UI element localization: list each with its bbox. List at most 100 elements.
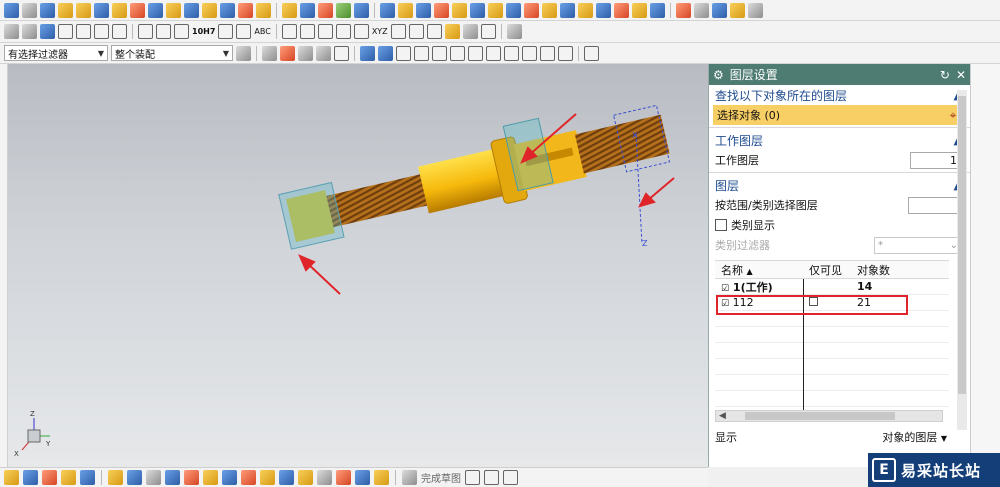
pmi-icon[interactable] — [40, 24, 55, 39]
section-icon[interactable] — [712, 2, 727, 18]
image-icon[interactable] — [462, 24, 478, 39]
balloon-icon[interactable] — [281, 24, 297, 39]
sketch-line-icon[interactable] — [465, 470, 480, 485]
select-object-field[interactable]: 选择对象 (0) ⌖ — [713, 105, 966, 125]
pencil-icon[interactable] — [444, 24, 460, 39]
sketch-rectangle-icon[interactable] — [203, 470, 218, 485]
snap-arc-icon[interactable] — [432, 45, 447, 61]
snap-quadrant-icon[interactable] — [504, 45, 519, 61]
datum-axis-icon[interactable] — [42, 470, 57, 485]
sketch-arc-icon[interactable] — [484, 470, 499, 485]
sketch-icon[interactable] — [4, 470, 19, 485]
datum-plane-icon[interactable] — [23, 470, 38, 485]
corner-icon[interactable] — [374, 470, 389, 485]
work-section-header[interactable]: 工作图层 ▲ — [709, 130, 970, 150]
wrap-icon[interactable] — [506, 2, 521, 18]
offset-icon[interactable] — [452, 2, 467, 18]
datum-target-icon[interactable] — [174, 24, 189, 39]
snap-endpoint-icon[interactable] — [396, 45, 411, 61]
snap-settings-icon[interactable] — [236, 45, 251, 61]
trim-curve-icon[interactable] — [336, 470, 351, 485]
loft-icon[interactable] — [632, 2, 647, 18]
panel-vertical-scrollbar[interactable] — [957, 90, 967, 430]
model-view[interactable]: X Z X Y Z — [8, 64, 708, 467]
sew-icon[interactable] — [434, 2, 449, 18]
profile-icon[interactable] — [108, 470, 123, 485]
find-section-header[interactable]: 查找以下对象所在的图层 ▲ — [709, 85, 970, 105]
border-icon[interactable] — [76, 24, 91, 39]
category-filter-select[interactable]: * ⌄ — [874, 236, 962, 254]
frame-icon[interactable] — [58, 24, 73, 39]
snap-center-icon[interactable] — [486, 45, 501, 61]
hole-icon[interactable] — [112, 2, 127, 18]
subtract-icon[interactable] — [398, 2, 413, 18]
more-icon[interactable] — [748, 2, 763, 18]
revolve-icon[interactable] — [94, 2, 109, 18]
polygon-icon[interactable] — [222, 470, 237, 485]
select-body-icon[interactable] — [360, 45, 375, 61]
select-face-icon[interactable] — [316, 45, 331, 61]
close-icon[interactable]: ✕ — [956, 68, 966, 82]
category-display-checkbox[interactable] — [715, 219, 727, 231]
fit-label-icon[interactable]: 10H7 — [192, 27, 215, 36]
sketch-circle-icon[interactable] — [503, 470, 518, 485]
sheet-icon[interactable] — [22, 2, 37, 18]
sweep-icon[interactable] — [614, 2, 629, 18]
dimension-constraint-icon[interactable] — [317, 470, 332, 485]
shell-icon[interactable] — [282, 2, 297, 18]
coordinate-note-icon[interactable]: XYZ — [372, 27, 388, 36]
fillet-icon[interactable] — [184, 470, 199, 485]
box-icon[interactable] — [4, 2, 19, 18]
mirror-icon[interactable] — [336, 2, 351, 18]
graphics-viewport[interactable]: X Z X Y Z — [8, 64, 708, 467]
snap-line-icon[interactable] — [414, 45, 429, 61]
datum-icon[interactable] — [156, 24, 171, 39]
filter-select[interactable]: 有选择过滤器 ▼ — [4, 45, 108, 61]
circle-icon[interactable] — [165, 470, 180, 485]
groove-icon[interactable] — [184, 2, 199, 18]
hatch-pattern-icon[interactable] — [506, 24, 522, 39]
sphere-icon[interactable] — [58, 2, 73, 18]
analysis-icon[interactable] — [676, 2, 691, 18]
constraint-icon[interactable] — [298, 470, 313, 485]
finish-sketch-button[interactable]: 完成草图 — [421, 470, 461, 485]
pattern-icon[interactable] — [354, 2, 369, 18]
finish-sketch-icon[interactable] — [402, 470, 417, 485]
snap-control-icon[interactable] — [450, 45, 465, 61]
point-icon[interactable] — [80, 470, 95, 485]
parts-list-icon[interactable] — [426, 24, 442, 39]
offset-curve-icon[interactable] — [260, 470, 275, 485]
note-icon[interactable] — [317, 24, 333, 39]
intersect-icon[interactable] — [416, 2, 431, 18]
leader-icon[interactable] — [335, 24, 351, 39]
rib-icon[interactable] — [542, 2, 557, 18]
surface-finish-icon[interactable] — [218, 24, 234, 39]
column-header-name[interactable]: 名称 ▲ — [715, 262, 803, 278]
select-point-icon[interactable] — [280, 45, 295, 61]
arc-icon[interactable] — [146, 470, 161, 485]
scroll-thumb[interactable] — [744, 412, 895, 420]
window-icon[interactable] — [112, 24, 127, 39]
square-icon[interactable] — [390, 24, 406, 39]
reset-icon[interactable]: ↻ — [940, 68, 950, 82]
blend-icon[interactable] — [238, 2, 253, 18]
render-icon[interactable] — [730, 2, 745, 18]
spline-icon[interactable] — [241, 470, 256, 485]
triangle-icon[interactable] — [299, 24, 315, 39]
rectangle-select-icon[interactable] — [334, 45, 349, 61]
scroll-left-icon[interactable]: ◀ — [716, 411, 729, 421]
table-icon[interactable] — [4, 24, 19, 39]
extrude-icon[interactable] — [76, 2, 91, 18]
hatch-icon[interactable] — [480, 24, 496, 39]
layer-section-header[interactable]: 图层 ▲ — [709, 175, 970, 195]
target-point-icon[interactable] — [353, 24, 369, 39]
measure-icon[interactable] — [694, 2, 709, 18]
chamfer-icon[interactable] — [256, 2, 271, 18]
rectangle-icon[interactable] — [94, 24, 109, 39]
table-row[interactable]: ☑ 1(工作) 14 — [715, 279, 949, 295]
datum-csys-icon[interactable] — [61, 470, 76, 485]
text-note-icon[interactable]: ABC — [254, 27, 270, 36]
trim-icon[interactable] — [300, 2, 315, 18]
display-select[interactable]: 对象的图层 ▼ — [882, 429, 947, 445]
snap-intersection-icon[interactable] — [468, 45, 483, 61]
